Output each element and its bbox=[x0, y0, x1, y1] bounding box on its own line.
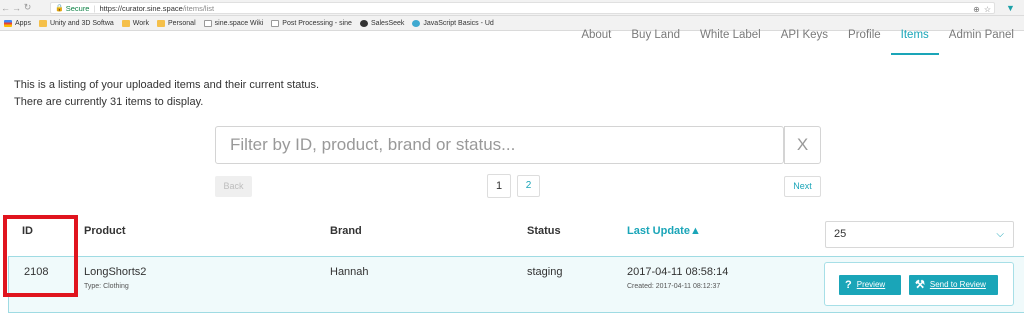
omnibox-icons: ⊕ ☆ bbox=[973, 3, 991, 15]
page-1-button[interactable]: 1 bbox=[487, 174, 511, 198]
nav-api-keys[interactable]: API Keys bbox=[771, 29, 838, 55]
row-created: Created: 2017-04-11 08:12:37 bbox=[627, 283, 721, 290]
url-host: https://curator.sine.space bbox=[99, 3, 183, 13]
salesseek-icon bbox=[359, 19, 368, 27]
items-per-page-select[interactable]: 25 ⌵ bbox=[825, 221, 1014, 248]
star-icon[interactable]: ☆ bbox=[984, 5, 991, 14]
per-page-value: 25 bbox=[834, 228, 847, 240]
browser-toolbar: ← → ↻ 🔒 Secure | https://curator.sine.sp… bbox=[0, 0, 1024, 16]
folder-icon bbox=[157, 19, 165, 27]
back-button[interactable]: Back bbox=[215, 176, 252, 197]
nav-admin-panel[interactable]: Admin Panel bbox=[939, 29, 1024, 55]
intro-text: This is a listing of your uploaded items… bbox=[14, 77, 319, 111]
forward-arrow-icon[interactable]: → bbox=[11, 3, 22, 13]
nav-profile[interactable]: Profile bbox=[838, 29, 891, 55]
column-header-status[interactable]: Status bbox=[527, 225, 561, 237]
preview-label: Preview bbox=[856, 280, 886, 289]
site-nav: About Buy Land White Label API Keys Prof… bbox=[571, 29, 1024, 55]
url-path: /items/list bbox=[182, 3, 215, 13]
send-to-review-label: Send to Review bbox=[929, 280, 986, 289]
send-to-review-button[interactable]: ⚒ Send to Review bbox=[909, 275, 998, 295]
url-separator: | bbox=[93, 3, 96, 13]
bookmark-wiki[interactable]: sine.space Wiki bbox=[203, 19, 263, 27]
bookmark-post-processing[interactable]: Post Processing - sine bbox=[271, 19, 352, 27]
nav-white-label[interactable]: White Label bbox=[690, 29, 771, 55]
extension-icon[interactable]: ▼ bbox=[1006, 3, 1016, 13]
preview-button[interactable]: ? Preview bbox=[839, 275, 901, 295]
bookmark-unity[interactable]: Unity and 3D Softwa bbox=[38, 19, 114, 27]
question-icon: ? bbox=[845, 279, 852, 291]
back-arrow-icon[interactable]: ← bbox=[0, 3, 11, 13]
bookmark-apps[interactable]: Apps bbox=[4, 19, 31, 27]
highlight-box bbox=[3, 215, 78, 297]
nav-buy-land[interactable]: Buy Land bbox=[621, 29, 690, 55]
folder-icon bbox=[121, 19, 130, 27]
row-product: LongShorts2 bbox=[84, 266, 147, 278]
gavel-icon: ⚒ bbox=[915, 279, 925, 291]
bookmark-javascript[interactable]: JavaScript Basics - Ud bbox=[412, 19, 494, 27]
reload-icon[interactable]: ↻ bbox=[22, 2, 33, 13]
row-brand: Hannah bbox=[330, 266, 369, 278]
clear-filter-button[interactable]: X bbox=[784, 126, 821, 164]
intro-line-2: There are currently 31 items to display. bbox=[14, 96, 204, 108]
filter-input[interactable]: Filter by ID, product, brand or status..… bbox=[215, 126, 784, 164]
zoom-icon[interactable]: ⊕ bbox=[973, 5, 980, 14]
folder-icon bbox=[38, 19, 47, 27]
address-bar[interactable]: 🔒 Secure | https://curator.sine.space/it… bbox=[50, 2, 995, 14]
page-icon bbox=[203, 19, 212, 27]
nav-items[interactable]: Items bbox=[890, 29, 939, 55]
lock-icon: 🔒 bbox=[55, 5, 64, 12]
next-button[interactable]: Next bbox=[784, 176, 821, 197]
row-status: staging bbox=[527, 266, 563, 278]
page-2-button[interactable]: 2 bbox=[517, 175, 540, 197]
bookmark-salesseek[interactable]: SalesSeek bbox=[359, 19, 404, 27]
nav-about[interactable]: About bbox=[571, 29, 621, 55]
row-last-update: 2017-04-11 08:58:14 bbox=[627, 266, 729, 278]
chevron-down-icon: ⌵ bbox=[996, 229, 1004, 240]
apps-icon bbox=[4, 19, 12, 27]
bookmark-work[interactable]: Work bbox=[121, 19, 149, 27]
page-icon bbox=[271, 19, 280, 27]
bookmark-personal[interactable]: Personal bbox=[157, 19, 196, 27]
column-header-product[interactable]: Product bbox=[84, 225, 126, 237]
udemy-icon bbox=[412, 19, 421, 27]
column-header-brand[interactable]: Brand bbox=[330, 225, 362, 237]
secure-label: Secure bbox=[65, 3, 90, 13]
row-type: Type: Clothing bbox=[84, 283, 129, 290]
column-header-last-update[interactable]: Last Update▲ bbox=[627, 225, 701, 237]
intro-line-1: This is a listing of your uploaded items… bbox=[14, 79, 320, 91]
